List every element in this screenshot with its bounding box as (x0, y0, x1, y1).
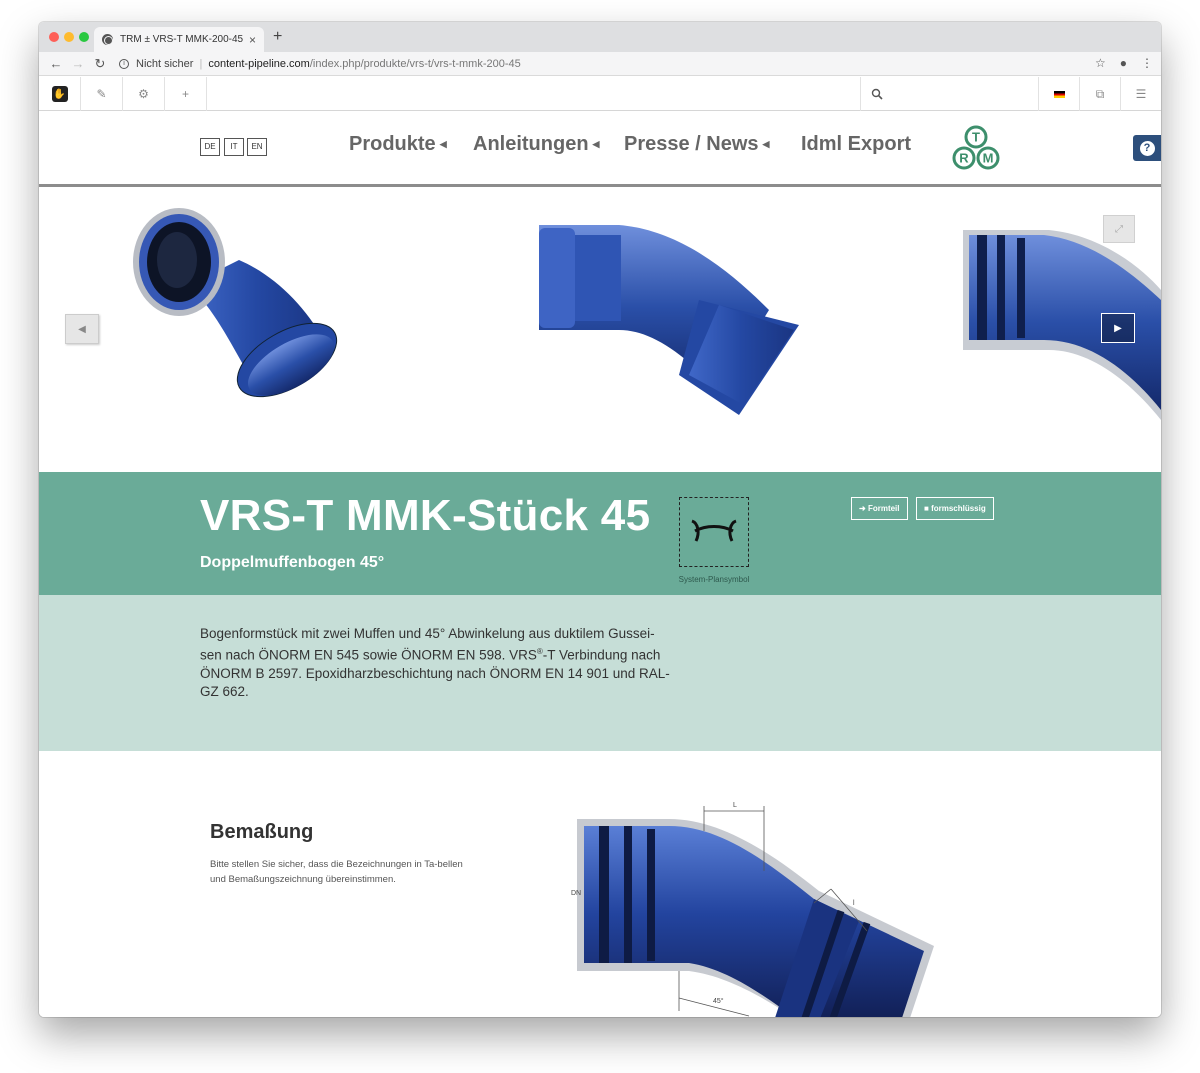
nav-idml-export[interactable]: Idml Export (801, 133, 911, 156)
formteil-label: Formteil (867, 504, 900, 513)
system-plan-symbol (679, 497, 749, 567)
description-band: Bogenformstück mit zwei Muffen und 45° A… (39, 595, 1161, 751)
formschluessig-badge[interactable]: ■ formschlüssig (916, 497, 994, 520)
new-tab-button[interactable]: + (273, 28, 282, 46)
lock-icon: ■ (924, 504, 932, 513)
cms-toolbar: ✋ ✎ ⚙ + ⧉ ☰ (39, 77, 1161, 111)
cms-toolbar-right: ⧉ ☰ (1038, 77, 1161, 111)
copy-icon[interactable]: ⧉ (1079, 77, 1120, 111)
url-separator: | (199, 58, 203, 70)
caret-icon: ◀ (439, 139, 447, 150)
prev-arrow-icon[interactable]: ◀ (65, 314, 99, 344)
image-slider: ◀ ⤢ ▶ (39, 190, 1161, 472)
language-flag-button[interactable] (1038, 77, 1079, 111)
fitting-photo-1 (133, 208, 338, 398)
cms-logo-icon: ✋ (51, 86, 68, 102)
info-icon[interactable]: i (119, 59, 129, 69)
tab-close-button[interactable]: × (249, 33, 256, 47)
address-bar: ← → ↻ i Nicht sicher | content-pipeline.… (39, 52, 1161, 76)
url-host: content-pipeline.com (208, 58, 310, 70)
account-icon[interactable]: ● (1120, 56, 1127, 70)
menu-icon[interactable]: ⋮ (1141, 56, 1153, 70)
cms-logo-button[interactable]: ✋ (39, 77, 81, 111)
search-icon (871, 88, 883, 100)
security-status: Nicht sicher (136, 58, 194, 70)
logo-letter-m: M (983, 151, 994, 166)
help-icon: ? (1139, 140, 1155, 156)
url-field[interactable]: i Nicht sicher | content-pipeline.com /i… (119, 55, 1111, 73)
plus-icon[interactable]: + (165, 77, 207, 111)
formschluessig-label: formschlüssig (931, 504, 986, 513)
tab-strip: TRM ± VRS-T MMK-200-45 × + (39, 22, 1161, 52)
label-l: l (853, 900, 855, 907)
product-title-band: VRS-T MMK-Stück 45 Doppelmuffenbogen 45°… (39, 472, 1161, 595)
site-header: DE IT EN Produkte ◀ Anleitungen ◀ Presse /… (39, 111, 1161, 187)
product-subtitle: Doppelmuffenbogen 45° (200, 554, 385, 571)
nav-anleitungen[interactable]: Anleitungen ◀ (473, 133, 599, 156)
page-content: DE IT EN Produkte ◀ Anleitungen ◀ Presse /… (39, 111, 1161, 1017)
slider-images (133, 208, 1161, 420)
help-button[interactable]: ? (1133, 135, 1161, 161)
dimension-drawing: L l DN 45° (571, 802, 934, 1017)
close-window-button[interactable] (49, 32, 59, 42)
product-description: Bogenformstück mit zwei Muffen und 45° A… (200, 625, 670, 701)
cms-search-field[interactable] (860, 77, 1036, 111)
dimensions-note: Bitte stellen Sie sicher, dass die Bezei… (210, 859, 463, 885)
reload-icon[interactable]: ↻ (89, 56, 111, 72)
nav-produkte[interactable]: Produkte ◀ (349, 133, 447, 156)
gear-icon[interactable]: ⚙ (123, 77, 165, 111)
url-path: /index.php/produkte/vrs-t/vrs-t-mmk-200-… (309, 58, 521, 70)
nav-presse-label: Presse / News (624, 133, 759, 155)
lang-en-button[interactable]: EN (247, 138, 267, 156)
forward-icon[interactable]: → (67, 56, 89, 71)
caret-icon: ◀ (762, 139, 770, 150)
label-dn: DN (571, 890, 581, 897)
caret-icon: ◀ (592, 139, 600, 150)
label-angle: 45° (713, 997, 724, 1005)
browser-window: TRM ± VRS-T MMK-200-45 × + ← → ↻ i Nicht… (39, 22, 1161, 1017)
next-arrow-icon[interactable]: ▶ (1101, 313, 1135, 343)
plan-symbol-icon (691, 519, 737, 542)
nav-presse[interactable]: Presse / News ◀ (624, 133, 769, 156)
expand-icon[interactable]: ⤢ (1103, 215, 1135, 243)
formteil-badge[interactable]: ➜ Formteil (851, 497, 908, 520)
zoom-window-button[interactable] (79, 32, 89, 42)
star-icon[interactable]: ☆ (1095, 56, 1106, 70)
browser-tab[interactable]: TRM ± VRS-T MMK-200-45 × (94, 27, 264, 52)
logo-letter-r: R (959, 151, 969, 166)
minimize-window-button[interactable] (64, 32, 74, 42)
product-title: VRS-T MMK-Stück 45 (200, 491, 651, 540)
back-icon[interactable]: ← (45, 56, 67, 71)
lang-it-button[interactable]: IT (224, 138, 244, 156)
symbol-label: System-Plansymbol (678, 575, 750, 584)
sliders-icon[interactable]: ☰ (1120, 77, 1161, 111)
tab-title: TRM ± VRS-T MMK-200-45 (120, 34, 244, 45)
dimensions-title: Bemaßung (210, 821, 314, 843)
logo-letter-t: T (972, 130, 980, 145)
flag-de-icon (1053, 90, 1065, 98)
pencil-icon[interactable]: ✎ (81, 77, 123, 111)
globe-icon (102, 34, 113, 45)
lang-de-button[interactable]: DE (200, 138, 220, 156)
label-L: L (733, 802, 737, 809)
nav-anleitungen-label: Anleitungen (473, 133, 589, 155)
nav-idml-label: Idml Export (801, 133, 912, 155)
browser-actions: ☆ ● ⋮ (1095, 56, 1153, 70)
fitting-photo-2 (539, 225, 799, 415)
trm-logo[interactable]: T R M (951, 125, 1001, 171)
formteil-icon: ➜ (859, 504, 868, 513)
nav-produkte-label: Produkte (349, 133, 436, 155)
